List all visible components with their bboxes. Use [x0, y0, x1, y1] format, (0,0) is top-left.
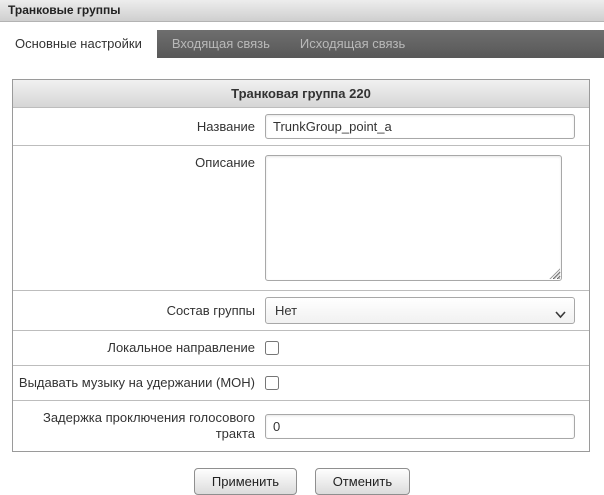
group-members-label: Состав группы	[13, 294, 265, 328]
name-row: Название	[13, 107, 589, 145]
delay-label: Задержка проключения голосового тракта	[13, 401, 265, 451]
moh-row: Выдавать музыку на удержании (MOH)	[13, 365, 589, 400]
local-direction-checkbox[interactable]	[265, 341, 279, 355]
local-direction-row: Локальное направление	[13, 330, 589, 365]
group-members-row: Состав группы Нет	[13, 290, 589, 330]
tab-incoming-calls[interactable]: Входящая связь	[157, 30, 285, 58]
cancel-button[interactable]: Отменить	[315, 468, 410, 495]
moh-checkbox[interactable]	[265, 376, 279, 390]
tab-bar: Основные настройки Входящая связь Исходя…	[0, 30, 604, 58]
apply-button[interactable]: Применить	[194, 468, 297, 495]
name-label: Название	[13, 110, 265, 144]
description-textarea[interactable]	[265, 155, 562, 281]
group-members-selected-value: Нет	[275, 303, 297, 318]
delay-row: Задержка проключения голосового тракта	[13, 400, 589, 451]
form-title: Транковая группа 220	[13, 80, 589, 107]
window-title: Транковые группы	[0, 0, 604, 22]
group-members-select[interactable]: Нет	[265, 297, 575, 324]
description-label: Описание	[13, 146, 265, 180]
local-direction-label: Локальное направление	[13, 331, 265, 365]
tab-outgoing-calls[interactable]: Исходящая связь	[285, 30, 420, 58]
delay-input[interactable]	[265, 414, 575, 439]
form-actions: Применить Отменить	[0, 468, 604, 495]
trunk-group-form: Транковая группа 220 Название Описание С…	[12, 79, 590, 452]
chevron-down-icon	[554, 304, 567, 329]
tab-basic-settings[interactable]: Основные настройки	[0, 30, 157, 58]
description-row: Описание	[13, 145, 589, 290]
moh-label: Выдавать музыку на удержании (MOH)	[13, 366, 265, 400]
name-input[interactable]	[265, 114, 575, 139]
